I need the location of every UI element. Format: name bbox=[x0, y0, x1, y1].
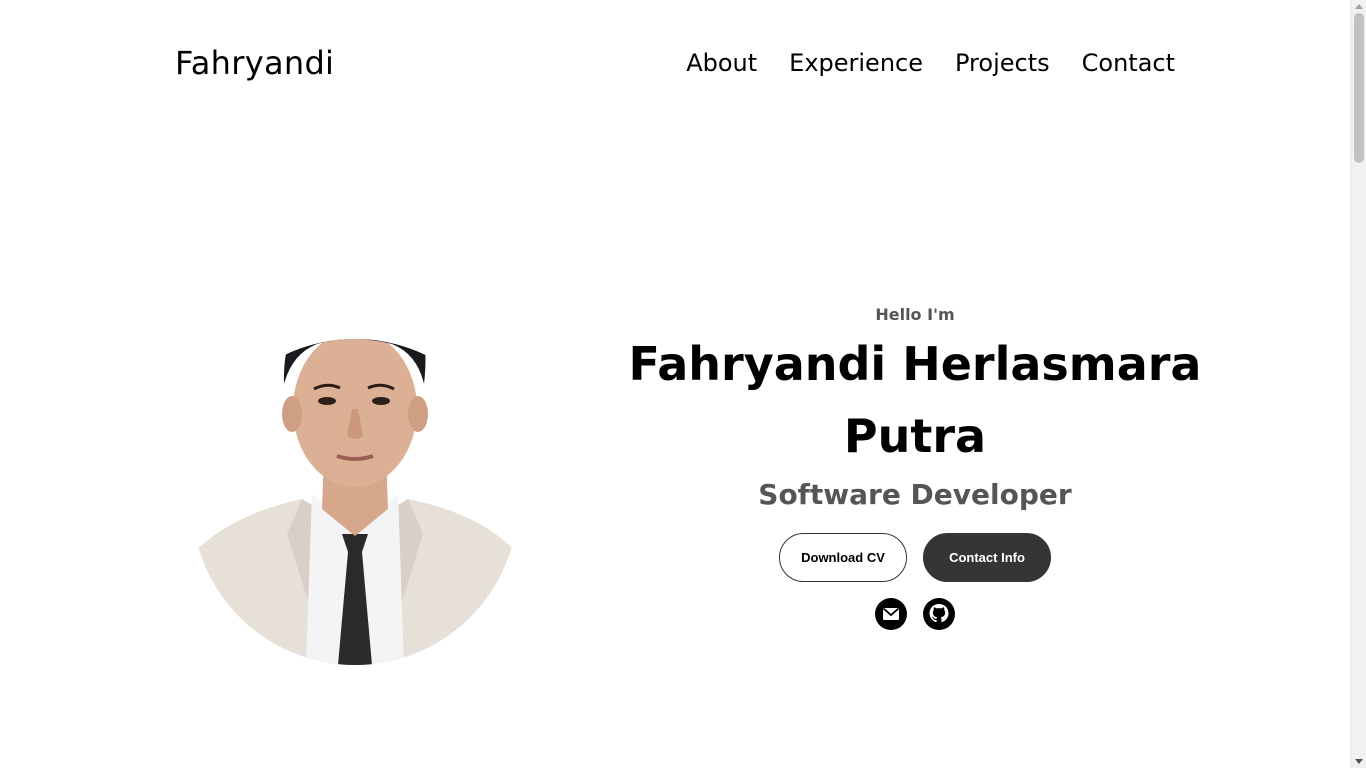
social-links bbox=[615, 598, 1215, 630]
site-logo[interactable]: Fahryandi bbox=[175, 44, 334, 82]
profile-title: Software Developer bbox=[758, 478, 1072, 511]
hero-section: Hello I'm Fahryandi Herlasmara Putra Sof… bbox=[615, 300, 1215, 630]
scroll-up-icon[interactable] bbox=[1355, 4, 1363, 9]
hero-buttons: Download CV Contact Info bbox=[615, 533, 1215, 582]
nav-link-projects[interactable]: Projects bbox=[955, 49, 1050, 77]
scroll-down-icon[interactable] bbox=[1355, 759, 1363, 764]
github-icon[interactable] bbox=[923, 598, 955, 630]
page-scrollbar[interactable] bbox=[1350, 0, 1366, 768]
profile-picture bbox=[192, 284, 518, 665]
email-icon[interactable] bbox=[875, 598, 907, 630]
nav-link-contact[interactable]: Contact bbox=[1082, 49, 1175, 77]
nav-link-experience[interactable]: Experience bbox=[789, 49, 923, 77]
main-nav: About Experience Projects Contact bbox=[686, 49, 1175, 77]
greeting-text: Hello I'm bbox=[875, 305, 955, 324]
scrollbar-thumb[interactable] bbox=[1354, 13, 1364, 163]
contact-info-button[interactable]: Contact Info bbox=[923, 533, 1051, 582]
nav-link-about[interactable]: About bbox=[686, 49, 757, 77]
page: Fahryandi About Experience Projects Cont… bbox=[0, 0, 1350, 768]
profile-name: Fahryandi Herlasmara Putra bbox=[628, 337, 1202, 463]
download-cv-button[interactable]: Download CV bbox=[779, 533, 907, 582]
